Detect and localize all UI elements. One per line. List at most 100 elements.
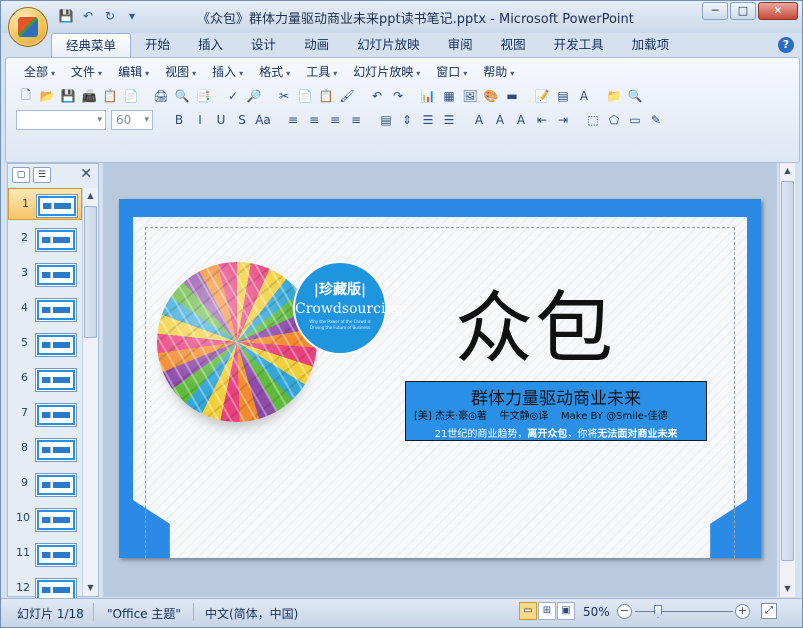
tab-home[interactable]: 开始 [131, 33, 184, 57]
standard-button-1[interactable]: 📂 [37, 86, 57, 106]
format-button-6[interactable]: ≡ [283, 110, 303, 130]
slide-thumbnail[interactable]: 2 [8, 223, 82, 255]
slide-thumbnail[interactable]: 3 [8, 258, 82, 290]
close-button[interactable]: ✕ [758, 2, 798, 20]
standard-button-33[interactable]: 🔍 [625, 86, 645, 106]
slide-thumbnail[interactable]: 5 [8, 328, 82, 360]
standard-button-30[interactable]: A [574, 86, 594, 106]
standard-button-5[interactable]: 📄 [121, 86, 141, 106]
format-button-14[interactable]: ☰ [439, 110, 459, 130]
slide-thumbnail[interactable]: 9 [8, 468, 82, 500]
scroll-down-icon[interactable]: ▼ [83, 580, 98, 596]
format-button-8[interactable]: ≡ [325, 110, 345, 130]
slide-thumbnail[interactable]: 4 [8, 293, 82, 325]
close-panel-button[interactable]: ✕ [80, 166, 92, 182]
standard-button-7[interactable]: 🖨 [151, 86, 171, 106]
format-button-22[interactable]: ⬚ [583, 110, 603, 130]
menu-tools[interactable]: 工具 ▾ [298, 63, 345, 81]
slide-thumbnail[interactable]: 6 [8, 363, 82, 395]
standard-button-16[interactable]: 📋 [316, 86, 336, 106]
menu-slideshow[interactable]: 幻灯片放映 ▾ [345, 63, 428, 81]
tab-view[interactable]: 视图 [487, 33, 540, 57]
menu-file[interactable]: 文件 ▾ [63, 63, 110, 81]
zoom-in-button[interactable]: + [735, 604, 750, 619]
minimize-button[interactable]: ─ [702, 2, 728, 20]
redo-button[interactable]: ↻ [101, 8, 119, 24]
tab-insert[interactable]: 插入 [184, 33, 237, 57]
slide-thumbnail[interactable]: 12 [8, 573, 82, 598]
format-button-2[interactable]: U [211, 110, 231, 130]
standard-button-8[interactable]: 🔍 [172, 86, 192, 106]
scroll-up-icon[interactable]: ▲ [83, 188, 98, 204]
format-button-18[interactable]: A [511, 110, 531, 130]
slide-thumbnail[interactable]: 1 [8, 188, 82, 220]
menu-format[interactable]: 格式 ▾ [251, 63, 298, 81]
undo-button[interactable]: ↶ [79, 8, 97, 24]
format-button-0[interactable]: B [169, 110, 189, 130]
help-button[interactable]: ? [778, 37, 794, 53]
standard-button-28[interactable]: 📝 [532, 86, 552, 106]
zoom-thumb[interactable] [654, 605, 662, 618]
canvas-scrollbar[interactable]: ▲ ▼ [779, 163, 795, 597]
menu-help[interactable]: 帮助 ▾ [475, 63, 522, 81]
format-button-11[interactable]: ▤ [376, 110, 396, 130]
office-button[interactable] [8, 7, 48, 47]
menu-insert[interactable]: 插入 ▾ [204, 63, 251, 81]
tab-classic-menu[interactable]: 经典菜单 [51, 33, 132, 57]
tab-animations[interactable]: 动画 [290, 33, 343, 57]
scroll-thumb[interactable] [84, 206, 97, 338]
format-button-12[interactable]: ⇕ [397, 110, 417, 130]
slide-title[interactable]: 众包 [455, 284, 615, 374]
format-button-1[interactable]: I [190, 110, 210, 130]
format-button-3[interactable]: S [232, 110, 252, 130]
standard-button-25[interactable]: 🎨 [481, 86, 501, 106]
standard-button-15[interactable]: 📄 [295, 86, 315, 106]
font-name-combo[interactable] [16, 110, 106, 130]
tab-developer[interactable]: 开发工具 [540, 33, 618, 57]
format-button-20[interactable]: ⇥ [553, 110, 573, 130]
standard-button-3[interactable]: 📠 [79, 86, 99, 106]
font-size-combo[interactable]: 60 [111, 110, 153, 130]
slide-sorter-view-button[interactable]: ⊞ [538, 602, 556, 620]
standard-button-4[interactable]: 📋 [100, 86, 120, 106]
menu-window[interactable]: 窗口 ▾ [428, 63, 475, 81]
save-button[interactable]: 💾 [57, 8, 75, 24]
slides-panel-scrollbar[interactable]: ▲ ▼ [82, 188, 98, 596]
slide-thumbnail[interactable]: 11 [8, 538, 82, 570]
format-button-4[interactable]: Aa [253, 110, 273, 130]
standard-button-9[interactable]: 📑 [193, 86, 213, 106]
zoom-out-button[interactable]: − [617, 604, 632, 619]
outline-tab[interactable]: ☰ [33, 167, 51, 183]
standard-button-14[interactable]: ✂ [274, 86, 294, 106]
zoom-level[interactable]: 50% [583, 605, 610, 619]
standard-button-20[interactable]: ↷ [388, 86, 408, 106]
standard-button-17[interactable]: 🖌 [337, 86, 357, 106]
format-button-25[interactable]: ✎ [646, 110, 666, 130]
format-button-7[interactable]: ≡ [304, 110, 324, 130]
standard-button-11[interactable]: ✓ [223, 86, 243, 106]
tab-design[interactable]: 设计 [237, 33, 290, 57]
slide-thumbnail[interactable]: 7 [8, 398, 82, 430]
standard-button-22[interactable]: 📊 [418, 86, 438, 106]
menu-edit[interactable]: 编辑 ▾ [110, 63, 157, 81]
slideshow-view-button[interactable]: ▣ [557, 602, 575, 620]
zoom-slider[interactable]: − + [617, 603, 751, 621]
standard-button-23[interactable]: ▦ [439, 86, 459, 106]
slides-tab[interactable]: ▢ [12, 167, 30, 183]
language-indicator[interactable]: 中文(简体，中国) [205, 605, 298, 622]
scroll-down-icon[interactable]: ▼ [780, 581, 795, 597]
standard-button-19[interactable]: ↶ [367, 86, 387, 106]
slide-thumbnail[interactable]: 10 [8, 503, 82, 535]
format-button-9[interactable]: ≡ [346, 110, 366, 130]
standard-button-26[interactable]: ▬ [502, 86, 522, 106]
tab-addins[interactable]: 加载项 [618, 33, 684, 57]
slide-thumbnail[interactable]: 8 [8, 433, 82, 465]
standard-button-12[interactable]: 🔎 [244, 86, 264, 106]
format-button-23[interactable]: ⬠ [604, 110, 624, 130]
format-button-24[interactable]: ▭ [625, 110, 645, 130]
scroll-thumb[interactable] [781, 181, 794, 561]
scroll-up-icon[interactable]: ▲ [780, 163, 795, 179]
maximize-button[interactable]: □ [730, 2, 756, 20]
customize-qat-button[interactable]: ▾ [123, 8, 141, 24]
tab-review[interactable]: 审阅 [434, 33, 487, 57]
